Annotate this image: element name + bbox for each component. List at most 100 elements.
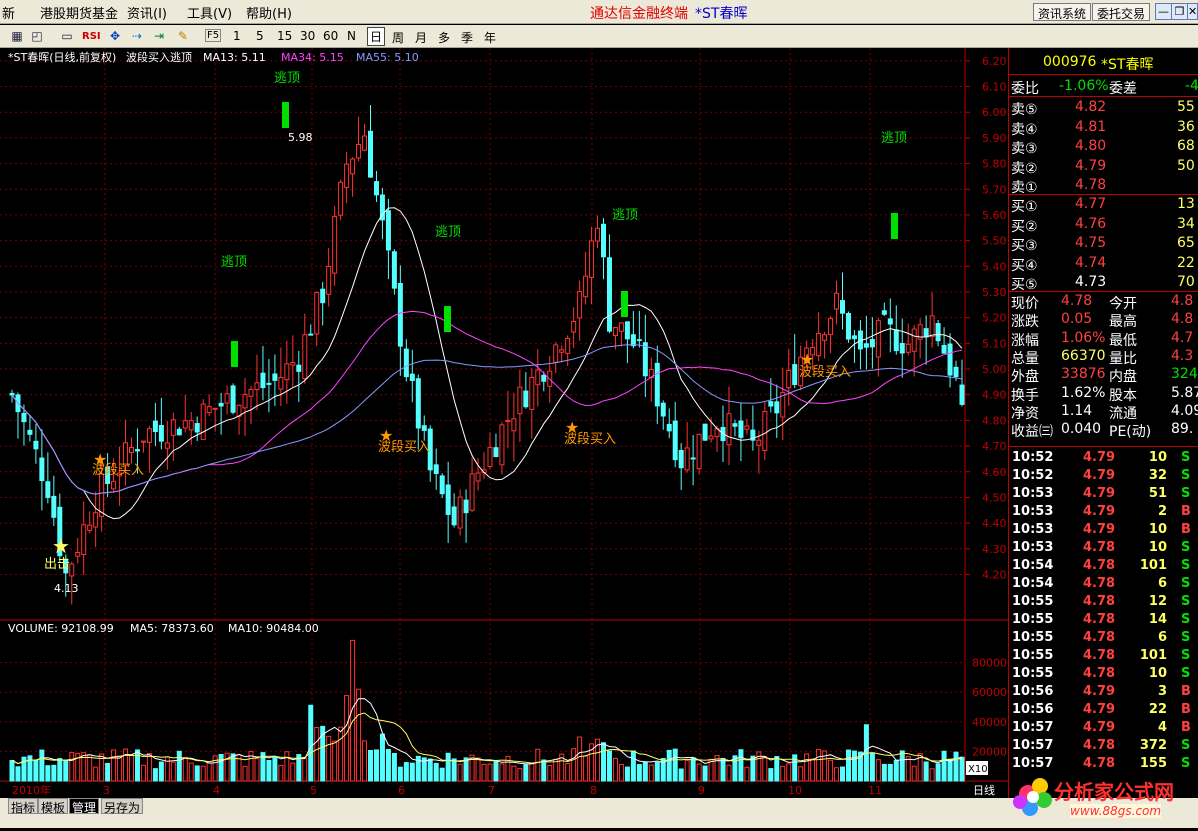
- tab-template[interactable]: 模板: [38, 798, 69, 815]
- candle-body: [565, 337, 571, 354]
- volume-bar: [553, 758, 559, 782]
- period-quarter[interactable]: 季: [461, 29, 473, 46]
- tab-save-as[interactable]: 另存为: [101, 798, 144, 815]
- stat-row: 现价 4.78 今开 4.8: [1009, 293, 1198, 312]
- period-year[interactable]: 年: [484, 29, 496, 46]
- volume-bar: [738, 749, 744, 782]
- candle-body: [188, 420, 194, 431]
- volume-bar: [356, 688, 362, 782]
- period-n[interactable]: N: [347, 29, 356, 43]
- stat-label: 涨跌: [1011, 314, 1039, 331]
- menu-item-tools[interactable]: 工具(V): [187, 3, 232, 22]
- tick-volume: 10: [1148, 540, 1167, 555]
- volume-bar: [51, 764, 57, 782]
- volume-bar: [726, 764, 732, 782]
- volume-bar: [206, 762, 212, 782]
- candle-body: [923, 328, 929, 338]
- candle-body: [816, 332, 822, 357]
- volume-ma5-label: MA5: 78373.60: [130, 622, 214, 635]
- tick-side: S: [1181, 666, 1191, 681]
- period-1[interactable]: 1: [233, 29, 241, 43]
- candle-body: [397, 283, 403, 347]
- tick-price: 4.78: [1083, 738, 1116, 753]
- volume-bar: [786, 763, 792, 782]
- candle-body: [158, 424, 164, 442]
- rsi-button[interactable]: RSI: [82, 28, 101, 45]
- tick-side: B: [1181, 504, 1191, 519]
- candle-body: [678, 449, 684, 469]
- stat-value: 66370: [1061, 347, 1106, 364]
- quote-panel: 000976 *ST春晖 委比 -1.06% 委差 -4 卖⑤ 4.82 55 卖④ 4.81 36 卖…: [1008, 48, 1198, 798]
- zoom-icon[interactable]: ◰: [28, 28, 46, 45]
- tick-row: 10:54 4.78 6 S: [1009, 576, 1198, 594]
- close-button[interactable]: ✕: [1187, 3, 1198, 20]
- stock-code: 000976: [1043, 54, 1097, 70]
- tab-indicator[interactable]: 指标: [8, 798, 39, 815]
- stat-value: 89.: [1171, 421, 1194, 438]
- volume-bar: [869, 752, 875, 782]
- kline-chart[interactable]: 逃顶逃顶逃顶逃顶逃顶★出击★波段买入★波段买入★波段买入★波段买入 6.206.…: [0, 48, 1008, 798]
- volume-bar: [875, 759, 881, 782]
- maximize-button[interactable]: ❐: [1171, 3, 1188, 20]
- menu-item-info[interactable]: 资讯(I): [127, 3, 167, 22]
- menu-item-help[interactable]: 帮助(H): [246, 3, 292, 22]
- period-30[interactable]: 30: [300, 29, 315, 43]
- period-week[interactable]: 周: [392, 29, 404, 46]
- candle-body: [314, 291, 320, 335]
- period-day[interactable]: 日: [367, 27, 386, 46]
- quote-header: 000976 *ST春晖: [1009, 54, 1198, 73]
- period-15[interactable]: 15: [277, 29, 292, 43]
- tick-price: 4.78: [1083, 612, 1116, 627]
- volume-bar: [254, 758, 260, 782]
- tab-manage[interactable]: 管理: [69, 798, 100, 815]
- period-multi[interactable]: 多: [438, 29, 450, 46]
- chart-icon[interactable]: ▭: [58, 28, 76, 45]
- volume-bar: [672, 748, 678, 782]
- grid-icon[interactable]: ▦: [8, 28, 26, 45]
- bid-row: 买① 4.77 13: [1009, 196, 1198, 215]
- candle-body: [338, 181, 344, 216]
- candle-body: [224, 393, 230, 404]
- volume-bar: [397, 766, 403, 782]
- volume-bar: [630, 750, 636, 782]
- candles: [9, 105, 965, 605]
- volume-bar: [666, 749, 672, 782]
- tick-price: 4.79: [1083, 486, 1116, 501]
- menu-item-system[interactable]: 新: [2, 3, 15, 22]
- pencil-icon[interactable]: ✎: [174, 28, 192, 45]
- tick-row: 10:52 4.79 32 S: [1009, 468, 1198, 486]
- menu-item-hk-futures[interactable]: 港股期货基金: [40, 3, 118, 22]
- candle-body: [893, 329, 899, 352]
- info-system-button[interactable]: 资讯系统: [1033, 3, 1092, 21]
- candle-body: [170, 419, 176, 436]
- tick-side: S: [1181, 594, 1191, 609]
- volume-unit-label: X10: [968, 764, 988, 775]
- cross-move-icon[interactable]: ✥: [106, 28, 124, 45]
- period-month[interactable]: 月: [415, 29, 427, 46]
- candle-body: [690, 457, 696, 460]
- trade-button[interactable]: 委托交易: [1092, 3, 1151, 21]
- move-icon[interactable]: ⇢: [128, 28, 146, 45]
- ask-level: 卖⑤: [1011, 102, 1038, 118]
- chart-area[interactable]: 逃顶 逃顶 逃顶 逃顶 逃顶 ★ 出击 ★ 波段买入 ★ 波段买入 ★ 波段买入 ★ 波段买入 6.20 6.…: [0, 48, 1008, 798]
- signal-markers: 逃顶逃顶逃顶逃顶逃顶★出击★波段买入★波段买入★波段买入★波段买入: [44, 71, 907, 572]
- volume-bar: [111, 749, 117, 782]
- candle-body: [320, 288, 326, 304]
- volume-bar: [911, 765, 917, 782]
- exit-icon[interactable]: ⇥: [150, 28, 168, 45]
- tick-volume: 3: [1157, 684, 1167, 699]
- volume-bar: [63, 760, 69, 782]
- candle-body: [272, 373, 278, 381]
- candle-body: [875, 320, 881, 358]
- bid-volume: 65: [1177, 235, 1195, 251]
- period-f5[interactable]: F5: [205, 29, 222, 42]
- price-tick-label: 6.20: [982, 55, 1007, 68]
- stat-row: 总量 66370 量比 4.3: [1009, 347, 1198, 367]
- stat-value: 1.06%: [1061, 329, 1106, 346]
- period-5[interactable]: 5: [256, 29, 264, 43]
- stock-title: *ST春晖: [695, 6, 748, 22]
- minimize-button[interactable]: —: [1155, 3, 1172, 20]
- period-60[interactable]: 60: [323, 29, 338, 43]
- stat-label: 换手: [1011, 387, 1039, 404]
- candle-body: [51, 495, 57, 518]
